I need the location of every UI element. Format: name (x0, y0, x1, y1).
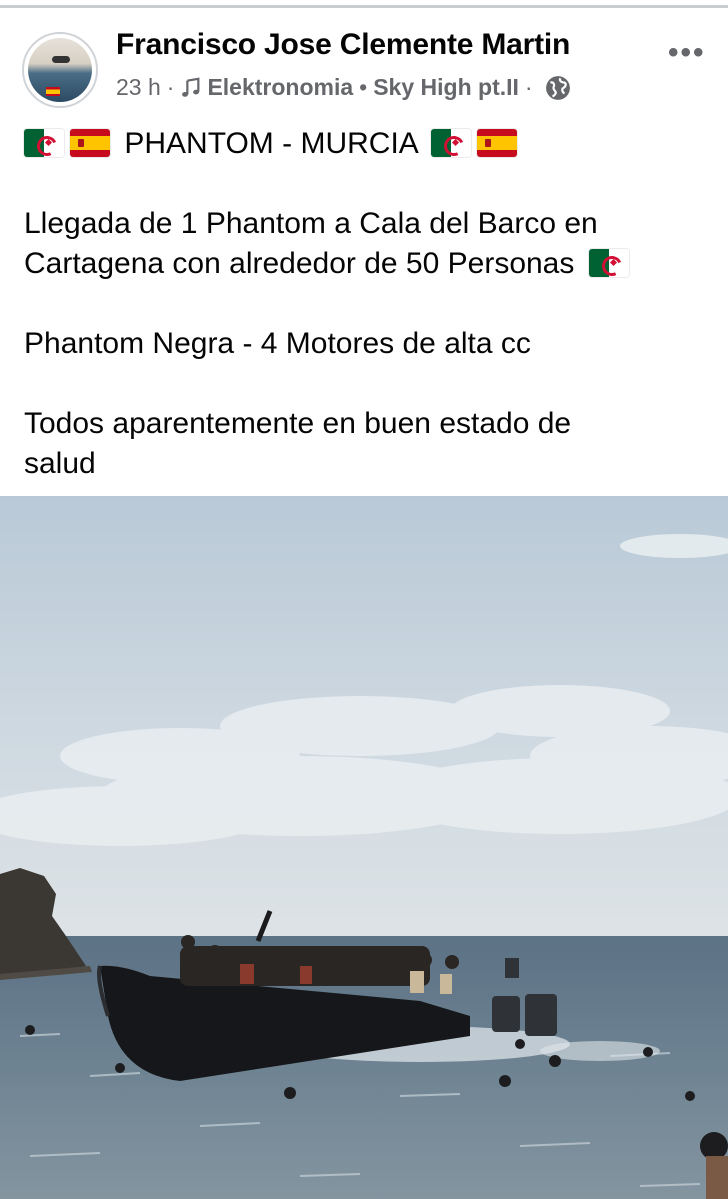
meta-bullet: • (359, 74, 368, 100)
meta-separator: · (524, 74, 533, 100)
post-line-3: Phantom Negra - 4 Motores de alta cc (24, 327, 531, 360)
spain-flag-icon (477, 129, 518, 157)
globe-icon[interactable] (545, 75, 571, 101)
author-avatar[interactable] (22, 32, 98, 108)
helicopter-icon (52, 56, 70, 63)
post-line-1: Llegada de 1 Phantom a Cala del Barco en (24, 207, 598, 240)
algeria-flag-icon (431, 129, 472, 157)
post-time[interactable]: 23 h (116, 74, 161, 101)
post-photo[interactable] (0, 496, 728, 1199)
author-name[interactable]: Francisco Jose Clemente Martin (116, 28, 570, 62)
spain-flag-icon (46, 87, 60, 96)
post-line-2: Cartagena con alrededor de 50 Personas (24, 244, 714, 284)
post-header: Francisco Jose Clemente Martin 23 h · El… (0, 10, 728, 120)
boat-arrival-photo (0, 496, 728, 1199)
post-text: PHANTOM - MURCIA Llegada de 1 Phantom a … (24, 124, 714, 484)
post-line-5: salud (24, 447, 96, 480)
post-title-line: PHANTOM - MURCIA (24, 124, 714, 164)
top-divider (0, 0, 728, 8)
post-meta: 23 h · Elektronomia • Sky High pt.II · (116, 74, 571, 101)
spain-flag-icon (70, 129, 110, 157)
more-options-icon[interactable]: ••• (668, 36, 706, 70)
algeria-flag-icon (588, 249, 629, 277)
music-note-icon (182, 77, 200, 97)
post-line-4: Todos aparentemente en buen estado de (24, 407, 572, 440)
music-artist[interactable]: Elektronomia (207, 74, 353, 101)
post-title: PHANTOM - MURCIA (124, 127, 418, 160)
post-line-2-text: Cartagena con alrededor de 50 Personas (24, 247, 575, 280)
music-track[interactable]: Sky High pt.II (373, 74, 519, 101)
algeria-flag-icon (24, 129, 64, 157)
meta-separator: · (166, 74, 175, 100)
avatar-image (28, 38, 92, 102)
